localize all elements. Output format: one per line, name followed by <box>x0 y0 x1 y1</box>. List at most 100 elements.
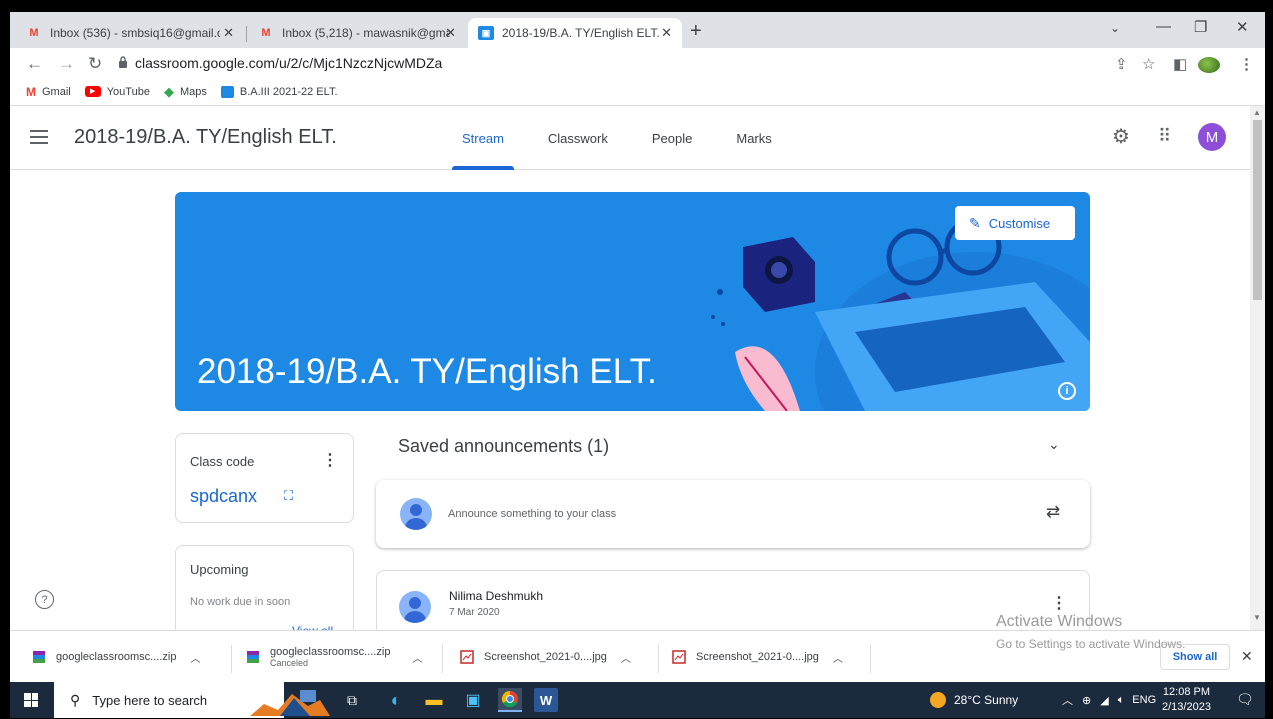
repost-icon[interactable]: ⇄ <box>1046 502 1060 522</box>
class-code-label: Class code <box>190 454 255 469</box>
url-text: classroom.google.com/u/2/c/Mjc1NzczNjcwM… <box>135 55 443 71</box>
saved-announcements-heading[interactable]: Saved announcements (1) <box>398 436 609 457</box>
back-arrow-icon[interactable]: ← <box>26 54 43 74</box>
class-banner: 2018-19/B.A. TY/English ELT. ✎ Customise… <box>175 192 1090 411</box>
notification-center-icon[interactable]: 🗨︎ <box>1236 691 1254 708</box>
tab-gmail-inbox-2[interactable]: M Inbox (5,218) - mawasnik@gmail ✕ <box>248 18 466 48</box>
page-scrollbar[interactable]: ▲ ▼ <box>1250 106 1265 642</box>
bookmarks-bar: M Gmail ▶ YouTube ◆ Maps B.A.III 2021-22… <box>10 78 1265 106</box>
settings-gear-icon[interactable]: ⚙ <box>1112 124 1130 149</box>
tab-gmail-inbox-1[interactable]: M Inbox (536) - smbsiq16@gmail.cc ✕ <box>16 18 244 48</box>
bookmark-label: Maps <box>179 85 207 98</box>
minimize-button[interactable]: — <box>1156 18 1171 35</box>
download-status: Canceled <box>270 658 309 668</box>
menu-kebab-icon[interactable]: ⋮ <box>1239 55 1254 73</box>
new-tab-button[interactable]: + <box>690 20 702 43</box>
scroll-down-arrow-icon[interactable]: ▼ <box>1253 613 1261 622</box>
taskbar-search-placeholder: Type here to search <box>92 692 208 708</box>
tab-classwork[interactable]: Classwork <box>526 106 630 170</box>
language-indicator[interactable]: ENG <box>1132 694 1156 706</box>
bookmark-maps[interactable]: ◆ Maps <box>164 84 207 100</box>
announce-box[interactable]: Announce something to your class ⇄ <box>376 480 1090 548</box>
windows-taskbar: ⚲ Type here to search ⧉ ◐ ▬ ▣ W 28°C Sun… <box>10 682 1265 718</box>
class-nav-tabs: Stream Classwork People Marks <box>440 106 794 170</box>
browser-tab-strip: M Inbox (536) - smbsiq16@gmail.cc ✕ M In… <box>10 12 1265 48</box>
upcoming-text: No work due in soon <box>190 596 291 608</box>
classroom-icon <box>220 85 234 98</box>
class-code-menu-icon[interactable]: ⋮ <box>322 450 338 470</box>
bookmark-classroom[interactable]: B.A.III 2021-22 ELT. <box>220 85 338 98</box>
task-view-icon[interactable]: ⧉ <box>340 688 364 712</box>
gmail-icon: M <box>26 84 36 99</box>
chevron-up-icon[interactable]: ︿ <box>190 650 200 665</box>
side-panel-icon[interactable]: ◧ <box>1173 55 1187 73</box>
restore-button[interactable]: ❐ <box>1194 18 1207 36</box>
sun-icon <box>930 692 946 708</box>
chrome-icon[interactable] <box>498 688 522 712</box>
bookmark-youtube[interactable]: ▶ YouTube <box>84 86 150 98</box>
edge-browser-icon[interactable]: ◐ <box>384 688 408 712</box>
search-highlight-illustration[interactable] <box>250 686 330 716</box>
info-icon[interactable]: i <box>1058 382 1076 400</box>
help-icon[interactable]: ? <box>35 590 54 609</box>
chevron-down-icon[interactable]: ⌄ <box>1048 436 1060 453</box>
reload-icon[interactable]: ↻ <box>88 54 102 74</box>
close-window-button[interactable]: ✕ <box>1236 18 1249 36</box>
apps-grid-icon[interactable]: ⠿ <box>1158 126 1171 147</box>
weather-text: 28°C Sunny <box>954 693 1019 707</box>
tab-divider <box>246 26 247 42</box>
customise-label: Customise <box>988 215 1051 231</box>
winrar-archive-icon <box>247 651 259 663</box>
tab-title: Inbox (536) - smbsiq16@gmail.cc <box>50 26 220 40</box>
weather-widget[interactable]: 28°C Sunny <box>930 682 1018 718</box>
speaker-muted-icon[interactable]: 🔈︎ <box>1118 694 1125 707</box>
customise-button[interactable]: ✎ Customise <box>955 206 1075 240</box>
tab-search-icon[interactable]: ⌄ <box>1110 21 1120 35</box>
image-file-icon <box>672 650 686 664</box>
forward-arrow-icon[interactable]: → <box>58 54 75 74</box>
download-item[interactable]: googleclassroomsc....zip Canceled ︿ <box>246 639 422 675</box>
scrollbar-thumb[interactable] <box>1253 120 1262 300</box>
download-item[interactable]: Screenshot_2021-0....jpg ︿ <box>672 639 843 675</box>
chevron-up-icon[interactable]: ︿ <box>621 650 631 665</box>
chevron-up-icon[interactable]: ︿ <box>833 650 843 665</box>
upcoming-title: Upcoming <box>190 562 249 577</box>
windows-start-icon[interactable] <box>24 693 38 707</box>
chevron-up-icon[interactable]: ︿ <box>412 650 422 665</box>
scroll-up-arrow-icon[interactable]: ▲ <box>1253 108 1261 117</box>
winrar-archive-icon <box>33 651 45 663</box>
taskbar-clock[interactable]: 12:08 PM 2/13/2023 <box>1162 685 1211 715</box>
bookmark-gmail[interactable]: M Gmail <box>26 85 71 99</box>
lock-icon <box>119 56 127 68</box>
main-menu-icon[interactable] <box>30 130 48 144</box>
wifi-icon[interactable]: ◢ <box>1100 694 1108 707</box>
class-title[interactable]: 2018-19/B.A. TY/English ELT. <box>74 126 337 149</box>
profile-picture[interactable] <box>1198 57 1220 73</box>
tab-people[interactable]: People <box>630 106 714 170</box>
network-icon[interactable]: ⊕ <box>1082 694 1091 707</box>
tab-marks[interactable]: Marks <box>714 106 793 170</box>
bookmark-label: B.A.III 2021-22 ELT. <box>239 85 338 98</box>
bookmark-star-icon[interactable]: ☆ <box>1142 55 1155 73</box>
account-avatar[interactable]: M <box>1198 123 1226 151</box>
fullscreen-icon[interactable]: ⛶ <box>284 488 293 504</box>
download-filename: Screenshot_2021-0....jpg <box>484 651 607 663</box>
clock-date: 2/13/2023 <box>1162 701 1211 713</box>
microsoft-store-icon[interactable]: ▣ <box>461 688 485 712</box>
address-bar[interactable]: classroom.google.com/u/2/c/Mjc1NzczNjcwM… <box>118 52 1156 76</box>
close-icon[interactable]: ✕ <box>661 25 672 41</box>
activate-windows-watermark: Activate Windows <box>996 613 1123 630</box>
download-item[interactable]: Screenshot_2021-0....jpg ︿ <box>460 639 631 675</box>
download-item[interactable]: googleclassroomsc....zip ︿ <box>32 639 200 675</box>
post-menu-icon[interactable]: ⋮ <box>1051 593 1067 613</box>
close-icon[interactable]: ✕ <box>1241 648 1253 665</box>
show-hidden-icons-chevron-icon[interactable]: ︿ <box>1062 692 1073 708</box>
close-icon[interactable]: ✕ <box>223 25 234 41</box>
file-explorer-icon[interactable]: ▬ <box>422 688 446 712</box>
word-icon[interactable]: W <box>534 688 558 712</box>
close-icon[interactable]: ✕ <box>445 25 456 41</box>
share-icon[interactable]: ⇪ <box>1115 55 1128 73</box>
announce-placeholder[interactable]: Announce something to your class <box>448 508 616 520</box>
tab-classroom[interactable]: ▣ 2018-19/B.A. TY/English ELT. ✕ <box>468 18 682 48</box>
tab-stream[interactable]: Stream <box>440 106 526 170</box>
